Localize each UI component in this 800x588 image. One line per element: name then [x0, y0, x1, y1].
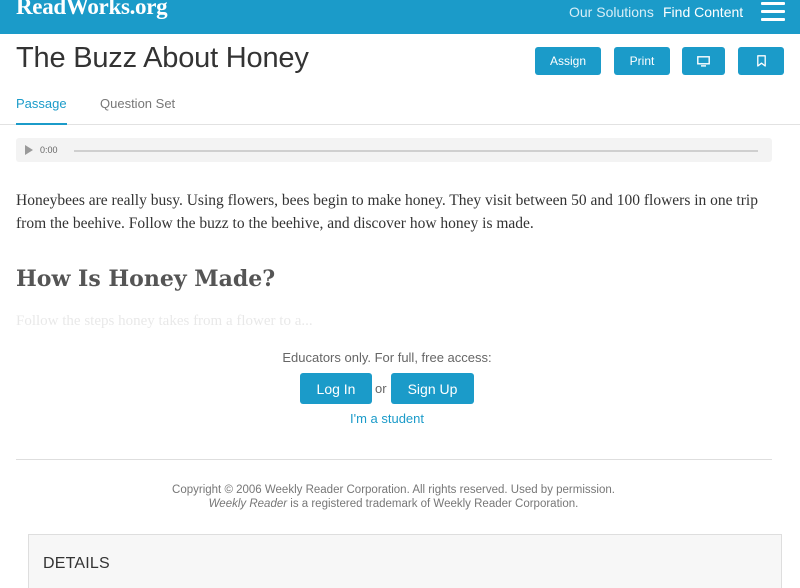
copyright-line: Copyright © 2006 Weekly Reader Corporati… [172, 484, 615, 496]
tab-passage[interactable]: Passage [16, 96, 67, 125]
nav-find-content[interactable]: Find Content [663, 4, 743, 20]
signup-button[interactable]: Sign Up [391, 373, 474, 404]
readworks-logo[interactable]: ReadWorks.org [16, 0, 168, 20]
page-title: The Buzz About Honey [16, 42, 309, 74]
present-button[interactable] [682, 47, 725, 75]
print-button[interactable]: Print [614, 47, 670, 75]
login-button[interactable]: Log In [300, 373, 372, 404]
passage-preview: Follow the steps honey takes from a flow… [16, 313, 313, 329]
access-prompt: Educators only. For full, free access: [282, 350, 492, 365]
details-heading: DETAILS [43, 555, 110, 572]
bookmark-icon [756, 55, 766, 67]
monitor-icon [697, 55, 710, 67]
trademark-rest: is a registered trademark of Weekly Read… [287, 498, 579, 510]
audio-time: 0:00 [40, 145, 58, 155]
trademark-line: Weekly Reader is a registered trademark … [0, 497, 787, 511]
trademark-name: Weekly Reader [208, 498, 288, 510]
details-panel: DETAILS [28, 534, 782, 588]
passage-tabs: Passage Question Set [0, 96, 800, 125]
audio-progress-track[interactable] [74, 150, 758, 152]
copyright-notice: Copyright © 2006 Weekly Reader Corporati… [0, 483, 787, 511]
nav-our-solutions[interactable]: Our Solutions [569, 4, 654, 20]
passage-text: Honeybees are really busy. Using flowers… [16, 192, 758, 232]
assign-button[interactable]: Assign [535, 47, 601, 75]
menu-icon[interactable] [761, 2, 785, 21]
bookmark-button[interactable] [738, 47, 784, 75]
section-heading: How Is Honey Made? [16, 266, 276, 292]
tab-question-set[interactable]: Question Set [100, 96, 175, 125]
divider [16, 459, 772, 460]
play-icon[interactable] [25, 145, 33, 155]
audio-player: 0:00 [16, 138, 772, 162]
student-link[interactable]: I'm a student [0, 411, 774, 426]
or-label: or [375, 381, 387, 396]
top-navigation-bar: ReadWorks.org Our Solutions Find Content [0, 0, 800, 34]
